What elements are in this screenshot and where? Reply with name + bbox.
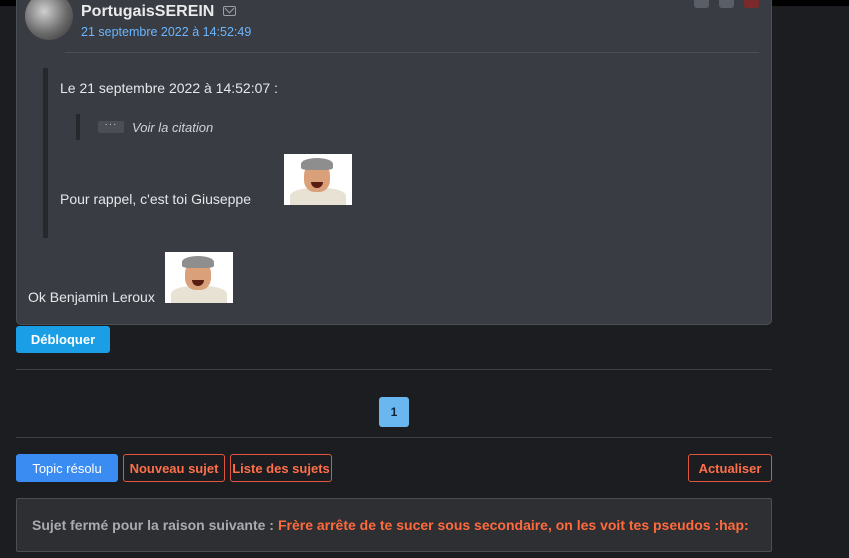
closed-topic-notice: Sujet fermé pour la raison suivante : Fr…	[16, 498, 772, 552]
quote-text: Pour rappel, c'est toi Giuseppe	[60, 191, 252, 207]
pagination-page-1[interactable]: 1	[379, 397, 409, 427]
divider	[16, 437, 772, 438]
closed-reason: Frère arrête de te sucer sous secondaire…	[277, 517, 749, 533]
alert-tool-icon[interactable]	[719, 0, 734, 8]
mail-icon[interactable]	[223, 6, 236, 16]
post-tools	[694, 0, 759, 8]
quote-header: Le 21 septembre 2022 à 14:52:07 :	[60, 80, 278, 96]
unblock-button[interactable]: Débloquer	[16, 326, 110, 353]
post-message: Ok Benjamin Leroux	[28, 289, 155, 305]
avatar[interactable]	[25, 0, 73, 40]
new-topic-button[interactable]: Nouveau sujet	[123, 454, 225, 482]
post-date[interactable]: 21 septembre 2022 à 14:52:49	[81, 25, 251, 39]
post-divider	[65, 52, 759, 53]
risitas-sticker	[284, 154, 352, 205]
divider	[16, 369, 772, 370]
forum-post: PortugaisSEREIN 21 septembre 2022 à 14:5…	[16, 0, 772, 325]
topic-resolved-button[interactable]: Topic résolu	[16, 454, 118, 482]
refresh-button[interactable]: Actualiser	[688, 454, 772, 482]
topic-list-button[interactable]: Liste des sujets	[230, 454, 332, 482]
quote-tool-icon[interactable]	[694, 0, 709, 8]
closed-label: Sujet fermé pour la raison suivante :	[32, 517, 274, 533]
ellipsis-icon[interactable]: ···	[98, 120, 124, 133]
show-quote-link[interactable]: Voir la citation	[132, 120, 213, 135]
delete-tool-icon[interactable]	[744, 0, 759, 8]
collapsed-quote[interactable]: ··· Voir la citation	[76, 114, 213, 140]
post-author[interactable]: PortugaisSEREIN	[81, 3, 214, 21]
risitas-sticker	[165, 252, 233, 303]
blockquote: Le 21 septembre 2022 à 14:52:07 : ··· Vo…	[43, 68, 743, 238]
